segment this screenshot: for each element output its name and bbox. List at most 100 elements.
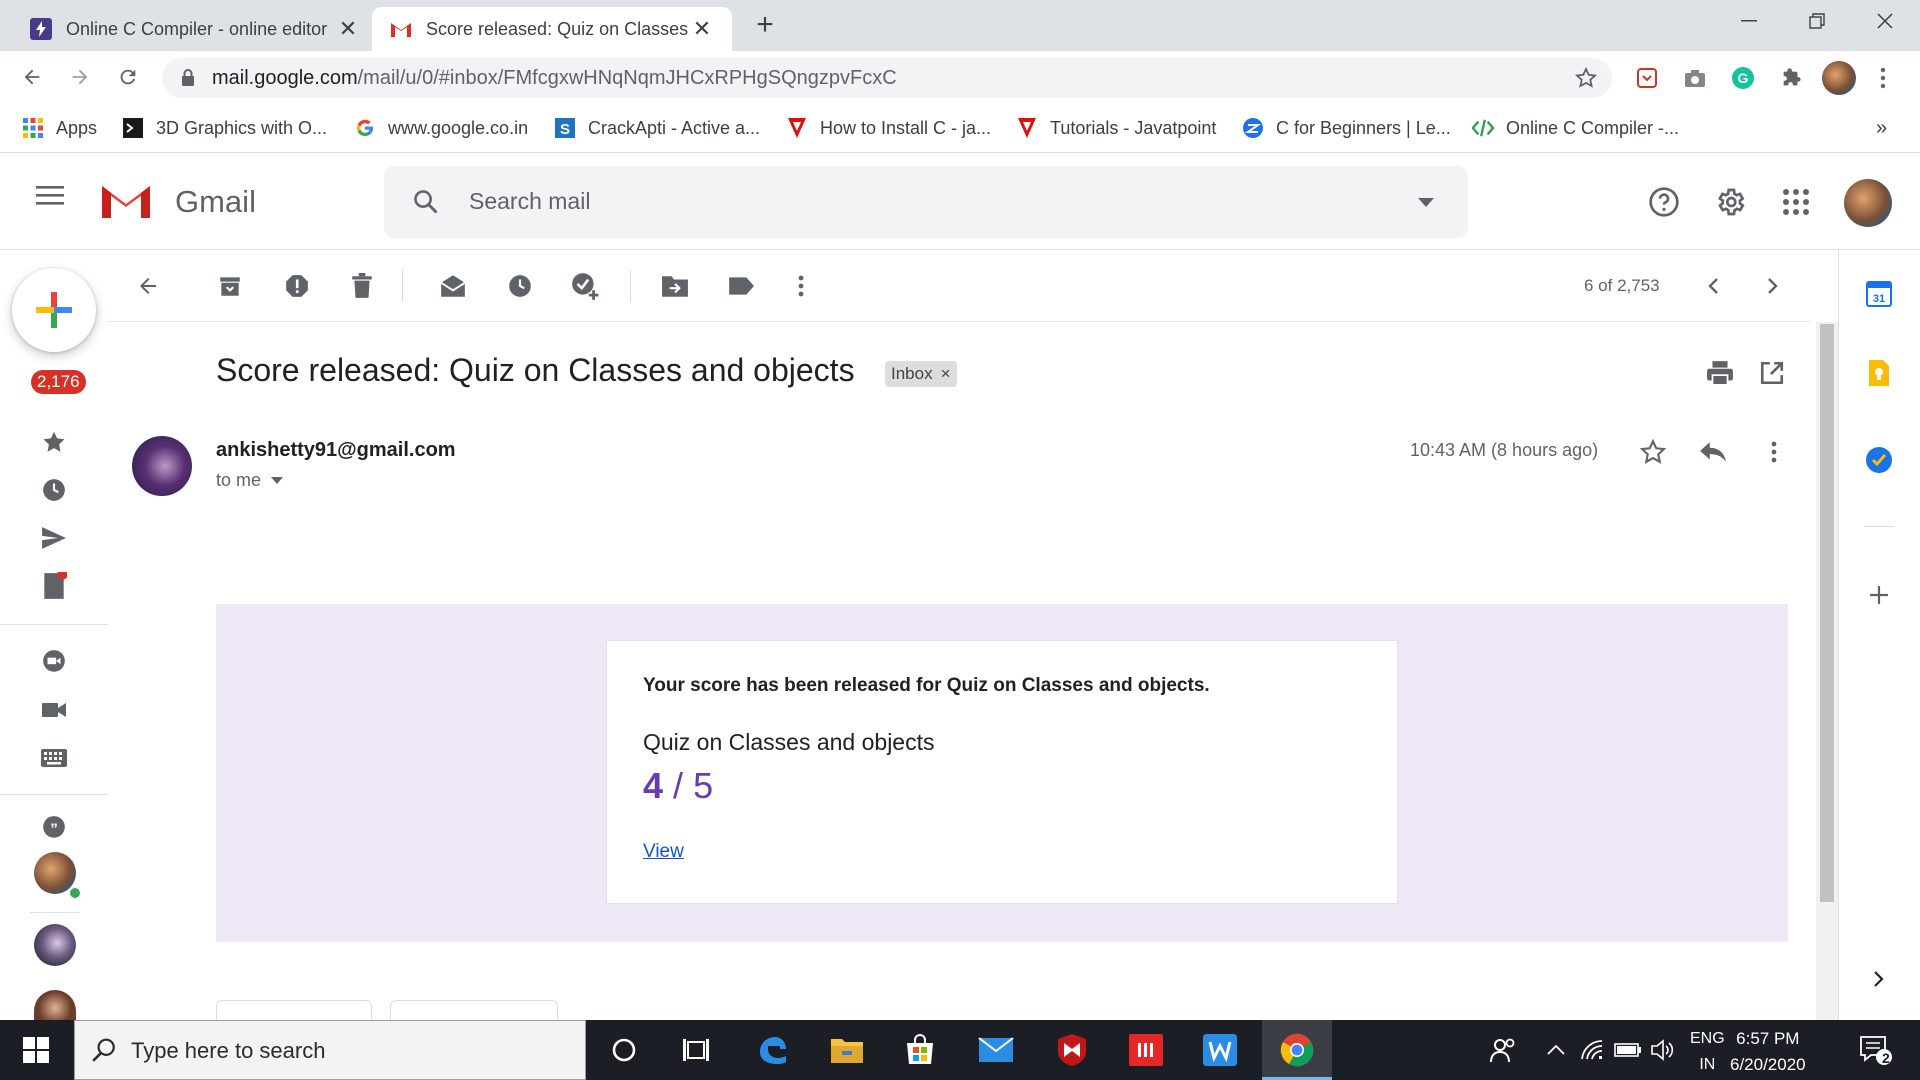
- system-clock[interactable]: 6:57 PM 6/20/2020: [1730, 1026, 1806, 1078]
- taskbar-search-input[interactable]: Type here to search: [131, 1038, 325, 1064]
- tab-gmail-score-released[interactable]: Score released: Quiz on Classes a ✕: [372, 7, 732, 51]
- grammarly-extension-icon[interactable]: G: [1730, 65, 1756, 91]
- back-to-inbox-arrow-icon[interactable]: [133, 271, 163, 301]
- hangouts-quote-icon[interactable]: ”: [40, 814, 68, 842]
- sender-email[interactable]: ankishetty91@gmail.com: [216, 439, 456, 462]
- forward-arrow-icon[interactable]: [62, 59, 98, 95]
- bookmark-c-for-beginners[interactable]: C for Beginners | Le...: [1242, 113, 1451, 143]
- chrome-browser-icon[interactable]: [1277, 1030, 1317, 1070]
- starred-star-icon[interactable]: [40, 428, 68, 456]
- calendar-icon[interactable]: 31: [1864, 278, 1894, 308]
- search-options-dropdown-icon[interactable]: [1418, 198, 1434, 207]
- microsoft-store-icon[interactable]: [900, 1030, 940, 1070]
- open-in-new-window-icon[interactable]: [1759, 360, 1785, 386]
- bookmark-how-to-install-c[interactable]: How to Install C - ja...: [786, 113, 991, 143]
- newer-chevron-left-icon[interactable]: [1698, 271, 1728, 301]
- forward-button[interactable]: [390, 1000, 558, 1022]
- drafts-document-icon[interactable]: [40, 572, 68, 600]
- close-window-button[interactable]: [1850, 0, 1920, 42]
- star-message-icon[interactable]: [1637, 436, 1669, 468]
- extensions-puzzle-icon[interactable]: [1778, 65, 1804, 91]
- show-hidden-icons-chevron-up-icon[interactable]: [1536, 1030, 1576, 1070]
- back-arrow-icon[interactable]: [14, 59, 50, 95]
- hangouts-contact-avatar[interactable]: [34, 990, 76, 1020]
- mark-as-unread-icon[interactable]: [438, 271, 468, 301]
- bookmark-google[interactable]: www.google.co.in: [354, 113, 528, 143]
- show-side-panel-chevron-icon[interactable]: [1864, 964, 1894, 994]
- restore-button[interactable]: [1782, 0, 1852, 42]
- more-message-options-dots-icon[interactable]: [1758, 436, 1790, 468]
- reply-arrow-icon[interactable]: [1697, 436, 1729, 468]
- search-mail-bar[interactable]: Search mail: [384, 166, 1468, 238]
- reload-icon[interactable]: [110, 59, 146, 95]
- more-actions-vertical-dots-icon[interactable]: [786, 271, 816, 301]
- inbox-label-chip[interactable]: Inbox ×: [885, 361, 957, 387]
- search-icon[interactable]: [412, 188, 440, 216]
- bookmark-tutorials-javatpoint[interactable]: Tutorials - Javatpoint: [1016, 113, 1216, 143]
- reply-button[interactable]: [216, 1000, 372, 1022]
- people-icon[interactable]: [1484, 1030, 1524, 1070]
- compose-button[interactable]: [12, 268, 96, 352]
- pocket-extension-icon[interactable]: [1634, 65, 1660, 91]
- minimize-button[interactable]: [1714, 0, 1784, 42]
- google-apps-grid-icon[interactable]: [1778, 184, 1814, 220]
- tasks-check-icon[interactable]: [1864, 445, 1894, 475]
- tab-online-c-compiler[interactable]: Online C Compiler - online editor ✕: [0, 7, 366, 51]
- older-chevron-right-icon[interactable]: [1758, 271, 1788, 301]
- camera-extension-icon[interactable]: [1682, 65, 1708, 91]
- delete-trash-icon[interactable]: [347, 271, 377, 301]
- taskbar-search-box[interactable]: Type here to search: [74, 1020, 586, 1080]
- print-all-icon[interactable]: [1706, 360, 1734, 386]
- tab-close-icon[interactable]: ✕: [688, 15, 716, 43]
- snoozed-clock-icon[interactable]: [40, 476, 68, 504]
- main-menu-icon[interactable]: [36, 184, 64, 206]
- view-score-link[interactable]: View: [643, 841, 684, 863]
- inbox-unread-badge[interactable]: 2,176: [31, 370, 86, 394]
- keep-lightbulb-icon[interactable]: [1864, 358, 1894, 388]
- bookmark-star-icon[interactable]: [1574, 66, 1598, 90]
- snooze-clock-icon[interactable]: [505, 271, 535, 301]
- recipient-details-toggle[interactable]: to me: [216, 470, 284, 491]
- tab-close-icon[interactable]: ✕: [334, 15, 362, 43]
- word-office-icon[interactable]: [1200, 1030, 1240, 1070]
- bookmark-apps[interactable]: Apps: [22, 113, 97, 143]
- search-input[interactable]: Search mail: [469, 188, 590, 215]
- sender-avatar[interactable]: [132, 436, 192, 496]
- mcafee-shield-icon[interactable]: [1052, 1030, 1092, 1070]
- windows-start-icon[interactable]: [16, 1030, 56, 1070]
- meet-new-meeting-icon[interactable]: [40, 648, 68, 676]
- sent-arrow-icon[interactable]: [40, 524, 68, 552]
- file-explorer-folder-icon[interactable]: [827, 1030, 867, 1070]
- remove-label-close-icon[interactable]: ×: [941, 364, 951, 384]
- chrome-menu-icon[interactable]: [1870, 65, 1896, 91]
- mail-envelope-icon[interactable]: [976, 1030, 1016, 1070]
- hangouts-contact-avatar[interactable]: [34, 924, 76, 966]
- chrome-profile-avatar[interactable]: [1822, 61, 1856, 95]
- gmail-logo-icon[interactable]: [98, 178, 154, 222]
- bookmark-online-c-compiler[interactable]: Online C Compiler -...: [1472, 113, 1679, 143]
- task-view-icon[interactable]: [676, 1030, 716, 1070]
- add-to-tasks-icon[interactable]: [570, 271, 600, 301]
- settings-gear-icon[interactable]: [1712, 184, 1748, 220]
- meet-join-keyboard-icon[interactable]: [40, 744, 68, 772]
- wifi-network-icon[interactable]: [1572, 1030, 1612, 1070]
- bookmark-3d-graphics[interactable]: 3D Graphics with O...: [122, 113, 327, 143]
- move-to-folder-icon[interactable]: [660, 271, 690, 301]
- archive-icon[interactable]: [215, 271, 245, 301]
- red-app-icon[interactable]: [1126, 1030, 1166, 1070]
- meet-video-camera-icon[interactable]: [40, 696, 68, 724]
- help-icon[interactable]: [1646, 184, 1682, 220]
- new-tab-button[interactable]: +: [750, 10, 780, 42]
- edge-browser-icon[interactable]: [752, 1030, 792, 1070]
- bookmarks-overflow-chevron-icon[interactable]: »: [1876, 113, 1887, 143]
- volume-speaker-icon[interactable]: [1642, 1030, 1682, 1070]
- labels-tag-icon[interactable]: [726, 271, 756, 301]
- message-scrollbar-thumb[interactable]: [1820, 324, 1834, 902]
- get-add-ons-plus-icon[interactable]: [1864, 580, 1894, 610]
- bookmark-crackapti[interactable]: S CrackApti - Active a...: [554, 113, 760, 143]
- action-center-notifications-icon[interactable]: 2: [1856, 1030, 1896, 1070]
- address-bar[interactable]: mail.google.com/mail/u/0/#inbox/FMfcgxwH…: [162, 58, 1612, 98]
- cortana-circle-icon[interactable]: [604, 1030, 644, 1070]
- input-language-indicator[interactable]: ENG IN: [1690, 1026, 1725, 1078]
- account-avatar[interactable]: [1844, 179, 1892, 227]
